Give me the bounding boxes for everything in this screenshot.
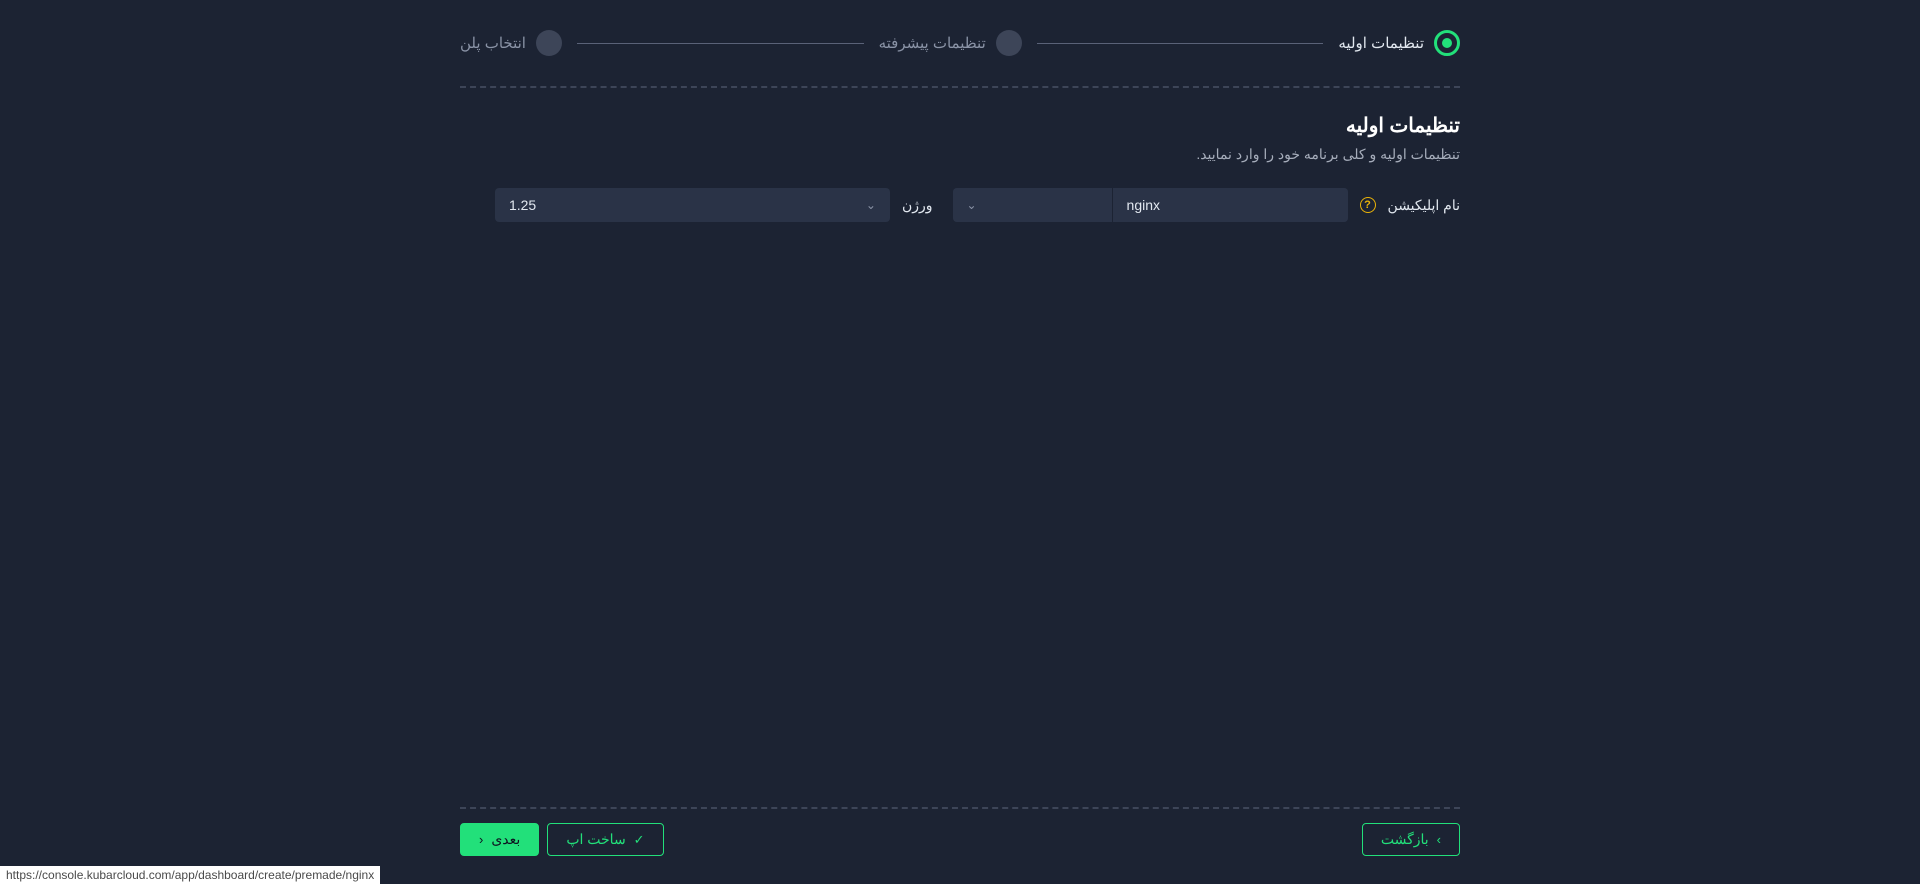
section-title: تنظیمات اولیه bbox=[460, 113, 1460, 138]
app-name-suffix-select[interactable]: ⌄ bbox=[953, 188, 1113, 222]
footer-divider bbox=[460, 807, 1460, 809]
app-name-label: نام اپلیکیشن bbox=[1388, 197, 1460, 214]
create-app-label: ساخت اپ bbox=[566, 831, 625, 848]
app-name-group: نام اپلیکیشن ? ⌄ bbox=[953, 188, 1460, 222]
step-plan-selection[interactable]: انتخاب پلن bbox=[460, 30, 562, 56]
version-group: ورژن 1.25 ⌄ bbox=[495, 188, 933, 222]
check-icon: ✓ bbox=[634, 832, 645, 848]
chevron-down-icon: ⌄ bbox=[866, 198, 876, 212]
footer-buttons: › بازگشت ✓ ساخت اپ بعدی ‹ bbox=[460, 823, 1460, 856]
step-initial-settings[interactable]: تنظیمات اولیه bbox=[1338, 30, 1460, 56]
version-value: 1.25 bbox=[509, 197, 536, 213]
create-app-button[interactable]: ✓ ساخت اپ bbox=[547, 823, 663, 856]
help-icon[interactable]: ? bbox=[1360, 197, 1376, 213]
stepper: تنظیمات اولیه تنظیمات پیشرفته انتخاب پلن bbox=[460, 30, 1460, 86]
app-name-input[interactable] bbox=[1113, 188, 1348, 222]
back-button-label: بازگشت bbox=[1381, 831, 1429, 848]
back-button[interactable]: › بازگشت bbox=[1362, 823, 1460, 856]
step-circle-active bbox=[1434, 30, 1460, 56]
version-select[interactable]: 1.25 ⌄ bbox=[495, 188, 890, 222]
app-name-input-wrapper: ⌄ bbox=[953, 188, 1348, 222]
chevron-left-icon: ‹ bbox=[479, 832, 483, 847]
version-label: ورژن bbox=[902, 197, 933, 214]
step-circle-inactive bbox=[536, 30, 562, 56]
step-label: تنظیمات پیشرفته bbox=[879, 34, 986, 52]
step-advanced-settings[interactable]: تنظیمات پیشرفته bbox=[879, 30, 1022, 56]
chevron-down-icon: ⌄ bbox=[967, 198, 977, 212]
step-connector bbox=[577, 43, 864, 44]
status-bar-url: https://console.kubarcloud.com/app/dashb… bbox=[0, 866, 380, 884]
divider bbox=[460, 86, 1460, 88]
next-button[interactable]: بعدی ‹ bbox=[460, 823, 539, 856]
chevron-right-icon: › bbox=[1437, 832, 1441, 847]
step-label: تنظیمات اولیه bbox=[1338, 34, 1424, 52]
step-circle-inactive bbox=[996, 30, 1022, 56]
form-row: نام اپلیکیشن ? ⌄ ورژن 1.25 ⌄ bbox=[460, 188, 1460, 222]
step-connector bbox=[1037, 43, 1324, 44]
section-subtitle: تنظیمات اولیه و کلی برنامه خود را وارد ن… bbox=[460, 146, 1460, 163]
next-button-label: بعدی bbox=[491, 831, 520, 848]
action-buttons: ✓ ساخت اپ بعدی ‹ bbox=[460, 823, 664, 856]
step-label: انتخاب پلن bbox=[460, 34, 526, 52]
